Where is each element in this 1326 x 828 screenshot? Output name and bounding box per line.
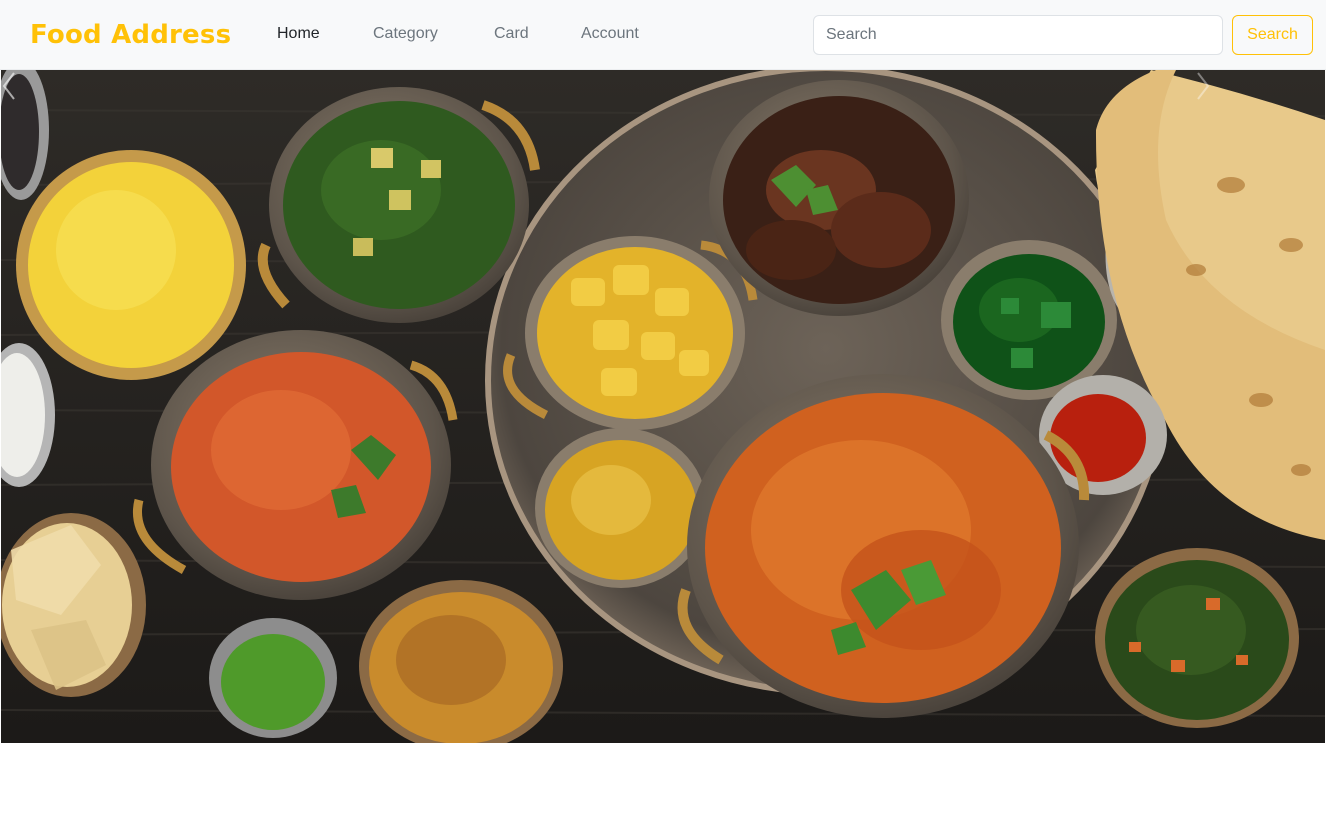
nav-link-category[interactable]: Category xyxy=(373,24,438,44)
nav-link-home[interactable]: Home xyxy=(277,24,320,44)
nav-link-account[interactable]: Account xyxy=(581,24,639,44)
chevron-left-icon xyxy=(2,72,15,100)
carousel-prev-button[interactable] xyxy=(1,70,131,743)
search-button[interactable]: Search xyxy=(1232,15,1313,55)
hero-food-image xyxy=(1,70,1325,743)
carousel-next-button[interactable] xyxy=(1195,70,1325,743)
navbar: Food Address Home Category Card Account … xyxy=(0,0,1326,70)
search-input[interactable] xyxy=(813,15,1223,55)
nav-link-card[interactable]: Card xyxy=(494,24,529,44)
chevron-right-icon xyxy=(1197,72,1210,100)
hero-carousel xyxy=(1,70,1325,743)
brand-logo[interactable]: Food Address xyxy=(30,17,231,53)
